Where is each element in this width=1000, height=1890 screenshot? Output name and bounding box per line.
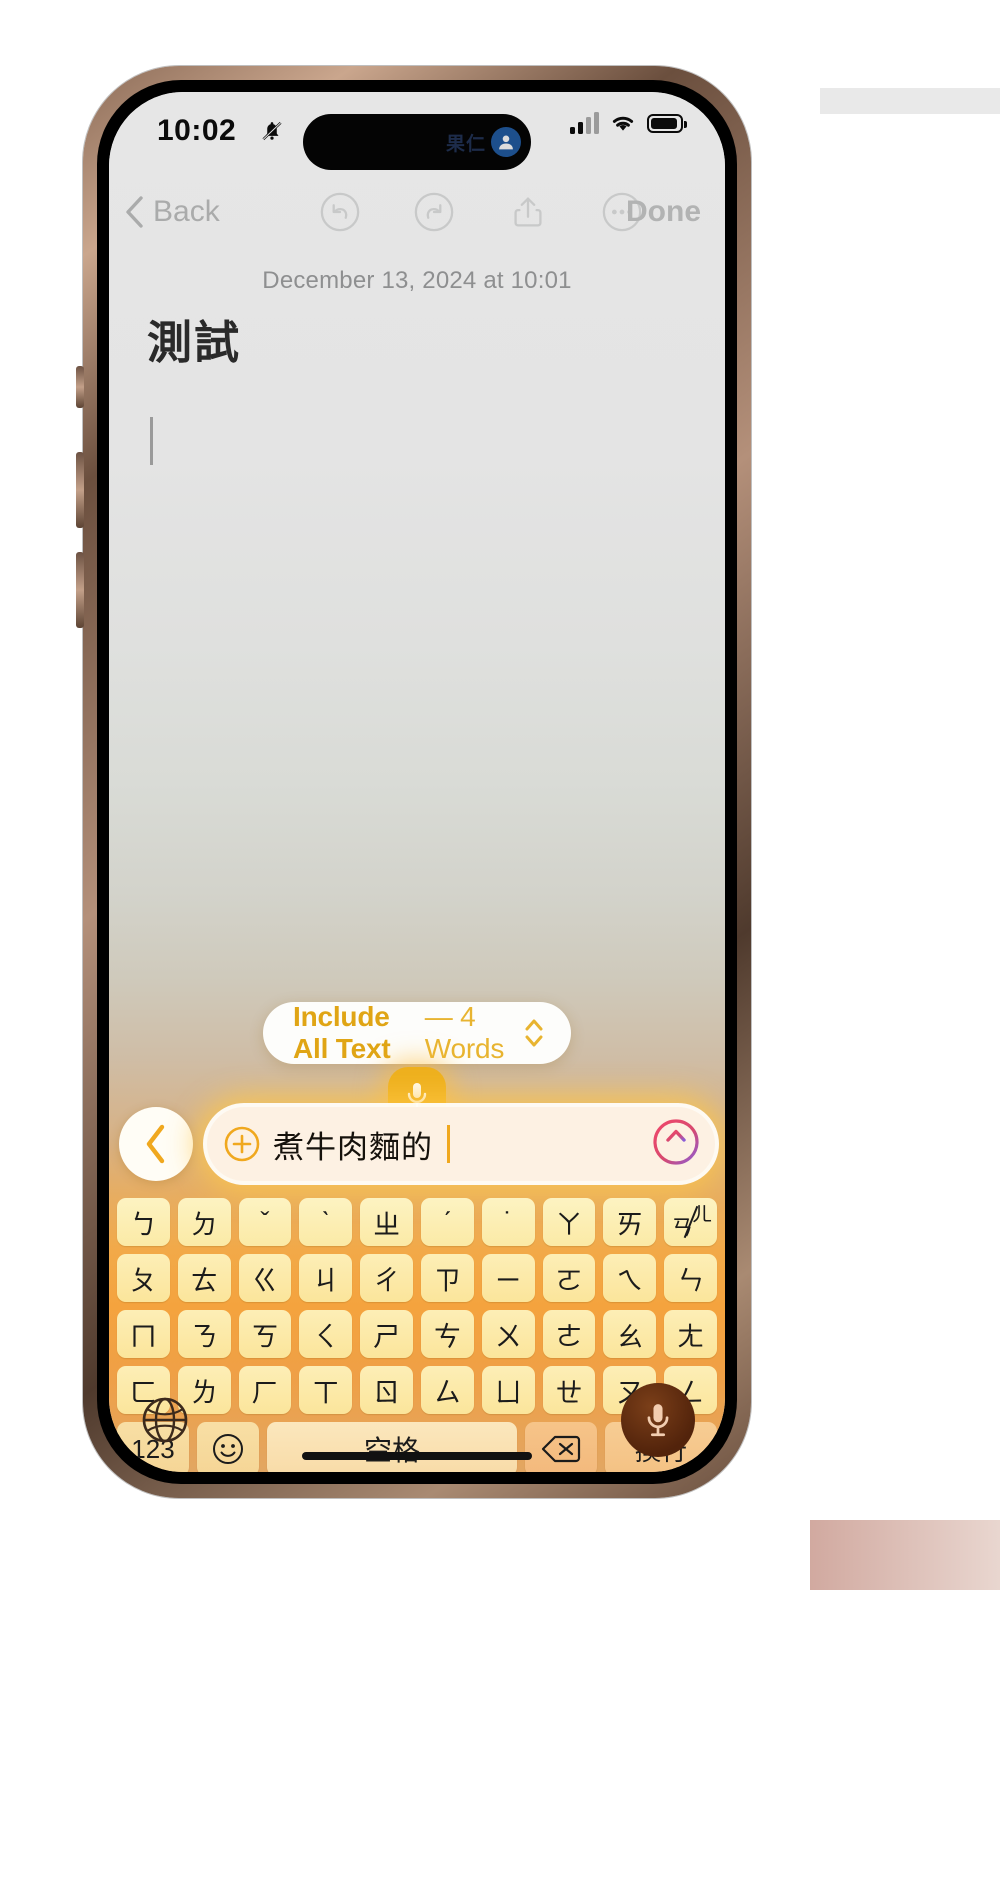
keyboard-row-2: ㄆ ㄊ ㄍ ㄐ ㄔ ㄗ ㄧ ㄛ ㄟ ㄣ bbox=[109, 1254, 725, 1302]
wifi-icon bbox=[612, 116, 634, 131]
volume-up-button[interactable] bbox=[76, 452, 84, 528]
key-ge[interactable]: ㄍ bbox=[238, 1254, 292, 1302]
include-all-text-button[interactable]: Include All Text — 4 Words bbox=[263, 1001, 571, 1064]
redo-icon[interactable] bbox=[413, 191, 455, 233]
dictation-text-field[interactable]: 煮牛肉麵的 bbox=[207, 1107, 715, 1181]
dynamic-island-label: 果仁 bbox=[445, 133, 486, 155]
key-ai[interactable]: ㄞ bbox=[603, 1198, 657, 1246]
bell-slash-icon bbox=[262, 121, 282, 141]
background-artifact-top-right bbox=[820, 88, 1000, 114]
include-all-text-label: Include All Text bbox=[293, 1001, 391, 1064]
key-ci[interactable]: ㄘ bbox=[421, 1310, 474, 1358]
volume-down-button[interactable] bbox=[76, 552, 84, 628]
background-artifact-bottom-right bbox=[810, 1520, 1000, 1590]
note-toolbar: Back Done bbox=[109, 178, 725, 246]
keyboard-row-1: ㄅ ㄉ ˇ ˋ ㄓ ˊ ˙ ㄚ ㄞ ㄢ ㄦ bbox=[109, 1198, 725, 1246]
note-title[interactable]: 測試 bbox=[147, 306, 241, 371]
key-ke[interactable]: ㄎ bbox=[238, 1310, 292, 1358]
key-te[interactable]: ㄊ bbox=[177, 1254, 231, 1302]
undo-icon[interactable] bbox=[319, 191, 361, 233]
key-bo[interactable]: ㄅ bbox=[117, 1198, 170, 1246]
key-zi[interactable]: ㄗ bbox=[421, 1254, 474, 1302]
key-tone2[interactable]: ˊ bbox=[421, 1198, 474, 1246]
key-i[interactable]: ㄧ bbox=[481, 1254, 535, 1302]
key-de[interactable]: ㄉ bbox=[177, 1198, 231, 1246]
status-indicators bbox=[570, 112, 687, 134]
key-ji[interactable]: ㄐ bbox=[299, 1254, 353, 1302]
key-ne[interactable]: ㄋ bbox=[177, 1310, 231, 1358]
chevron-left-icon bbox=[126, 196, 143, 228]
key-en[interactable]: ㄣ bbox=[664, 1254, 717, 1302]
microphone-icon bbox=[647, 1404, 669, 1437]
keyboard-row-3: ㄇ ㄋ ㄎ ㄑ ㄕ ㄘ ㄨ ㄜ ㄠ ㄤ bbox=[109, 1310, 725, 1358]
key-o[interactable]: ㄛ bbox=[542, 1254, 596, 1302]
plus-circle-icon[interactable] bbox=[223, 1125, 261, 1163]
send-button[interactable] bbox=[647, 1113, 705, 1176]
phone-screen: 10:02 果仁 Back Done December 13, 2024 at … bbox=[109, 92, 725, 1472]
status-time: 10:02 bbox=[157, 114, 237, 147]
battery-icon bbox=[647, 113, 687, 133]
key-ei[interactable]: ㄟ bbox=[603, 1254, 657, 1302]
person-circle-icon bbox=[491, 127, 521, 157]
back-label: Back bbox=[153, 195, 220, 228]
input-text-cursor bbox=[447, 1125, 450, 1163]
key-tone4[interactable]: ˋ bbox=[299, 1198, 353, 1246]
key-ao[interactable]: ㄠ bbox=[603, 1310, 657, 1358]
key-u[interactable]: ㄨ bbox=[481, 1310, 535, 1358]
dynamic-island[interactable]: 果仁 bbox=[303, 114, 531, 170]
dictation-key[interactable] bbox=[621, 1383, 695, 1457]
silent-switch[interactable] bbox=[76, 366, 84, 408]
zhuyin-keyboard: ㄅ ㄉ ˇ ˋ ㄓ ˊ ˙ ㄚ ㄞ ㄢ ㄦ ㄆ ㄊ ㄍ ㄐ ㄔ ㄗ ㄧ ㄛ ㄟ … bbox=[109, 1198, 725, 1472]
key-an-er[interactable]: ㄢ ㄦ bbox=[664, 1198, 717, 1246]
keyboard-back-button[interactable] bbox=[119, 1107, 193, 1181]
key-tone3[interactable]: ˇ bbox=[238, 1198, 292, 1246]
key-tone5[interactable]: ˙ bbox=[481, 1198, 535, 1246]
chevron-left-icon bbox=[146, 1124, 165, 1164]
signal-bars-icon bbox=[570, 112, 599, 134]
chevron-up-down-icon[interactable] bbox=[523, 1016, 545, 1050]
key-a[interactable]: ㄚ bbox=[542, 1198, 596, 1246]
share-icon[interactable] bbox=[507, 191, 549, 233]
screenshot-stage: 10:02 果仁 Back Done December 13, 2024 at … bbox=[0, 0, 1000, 1890]
text-cursor bbox=[150, 417, 153, 465]
key-ang[interactable]: ㄤ bbox=[664, 1310, 717, 1358]
key-chi[interactable]: ㄔ bbox=[360, 1254, 413, 1302]
toolbar-icon-group bbox=[319, 191, 643, 233]
status-bar: 10:02 果仁 bbox=[109, 92, 725, 170]
dictation-input-row: 煮牛肉麵的 bbox=[109, 1098, 725, 1190]
key-shi[interactable]: ㄕ bbox=[360, 1310, 413, 1358]
dictated-text: 煮牛肉麵的 bbox=[273, 1129, 433, 1165]
key-er-label: ㄦ bbox=[691, 1204, 712, 1226]
app-content: 10:02 果仁 Back Done December 13, 2024 at … bbox=[109, 92, 725, 1472]
key-e[interactable]: ㄜ bbox=[542, 1310, 596, 1358]
arrow-up-circle-icon bbox=[653, 1118, 699, 1165]
key-mo[interactable]: ㄇ bbox=[117, 1310, 170, 1358]
key-qi[interactable]: ㄑ bbox=[299, 1310, 353, 1358]
key-zhi[interactable]: ㄓ bbox=[360, 1198, 413, 1246]
done-button[interactable]: Done bbox=[626, 195, 701, 229]
back-button[interactable]: Back bbox=[123, 192, 220, 232]
note-date: December 13, 2024 at 10:01 bbox=[262, 267, 572, 294]
key-po[interactable]: ㄆ bbox=[117, 1254, 170, 1302]
home-indicator[interactable] bbox=[302, 1452, 532, 1460]
keyboard-footer bbox=[109, 1378, 725, 1462]
include-word-count-label: — 4 Words bbox=[424, 1001, 505, 1064]
globe-icon[interactable] bbox=[139, 1394, 191, 1446]
